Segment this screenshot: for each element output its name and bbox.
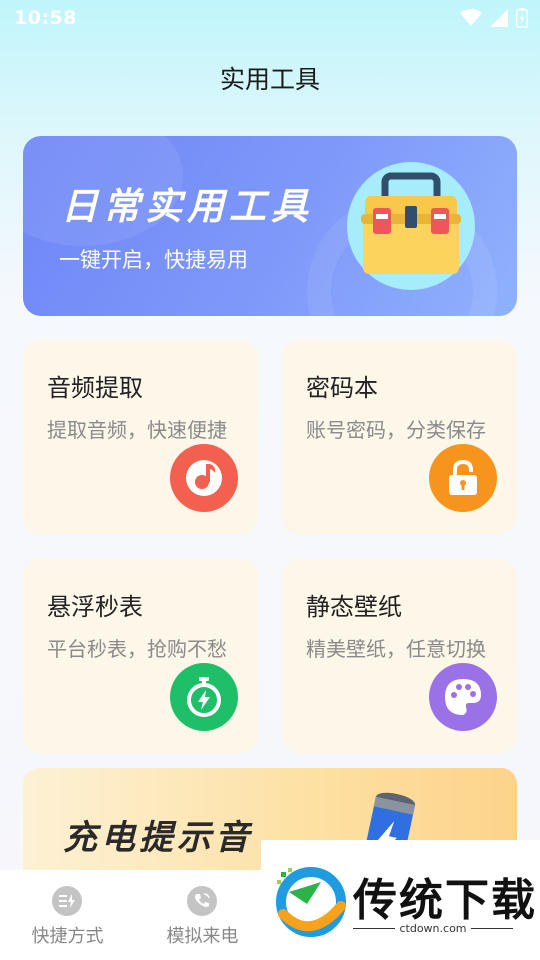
tool-card-static-wallpaper[interactable]: 静态壁纸 精美壁纸，任意切换 [282, 559, 517, 753]
watermark-url: ctdown.com [353, 922, 513, 935]
stopwatch-icon [170, 663, 238, 731]
card-title: 音频提取 [47, 374, 143, 402]
card-subtitle: 提取音频，快速便捷 [47, 418, 227, 442]
tab-label: 模拟来电 [166, 926, 239, 947]
tool-card-password-book[interactable]: 密码本 账号密码，分类保存 [282, 340, 517, 534]
wifi-icon [460, 9, 482, 26]
status-time: 10:58 [14, 7, 77, 29]
banner[interactable]: 日常实用工具 一键开启，快捷易用 [23, 136, 517, 316]
status-bar: 10:58 [0, 0, 540, 36]
signal-icon [490, 9, 508, 27]
tab-label: 快捷方式 [31, 926, 104, 947]
banner-title: 日常实用工具 [61, 185, 313, 228]
card-title: 密码本 [306, 374, 378, 402]
toolbox-icon [347, 162, 475, 290]
card-subtitle: 账号密码，分类保存 [306, 418, 486, 442]
promo-title: 充电提示音 [63, 818, 253, 858]
watermark-url-text: ctdown.com [395, 922, 471, 935]
tab-shortcuts[interactable]: 快捷方式 [0, 870, 135, 960]
card-subtitle: 平台秒表，抢购不愁 [47, 637, 227, 661]
padlock-icon [429, 444, 497, 512]
music-note-icon [170, 444, 238, 512]
status-icons [460, 8, 528, 28]
watermark-logo-icon [276, 867, 346, 937]
watermark-name: 传统下载 [353, 875, 537, 926]
tab-fake-call[interactable]: 模拟来电 [135, 870, 270, 960]
page-title: 实用工具 [219, 65, 320, 94]
card-title: 悬浮秒表 [47, 593, 143, 621]
tool-card-audio-extract[interactable]: 音频提取 提取音频，快速便捷 [23, 340, 258, 534]
watermark: 传统下载 ctdown.com [261, 840, 540, 960]
palette-icon [429, 663, 497, 731]
banner-subtitle: 一键开启，快捷易用 [59, 248, 248, 272]
shortcut-icon [52, 886, 82, 916]
battery-status-icon [516, 8, 528, 28]
card-subtitle: 精美壁纸，任意切换 [306, 637, 486, 661]
phone-call-icon [187, 886, 217, 916]
card-title: 静态壁纸 [306, 593, 402, 621]
tool-card-floating-stopwatch[interactable]: 悬浮秒表 平台秒表，抢购不愁 [23, 559, 258, 753]
